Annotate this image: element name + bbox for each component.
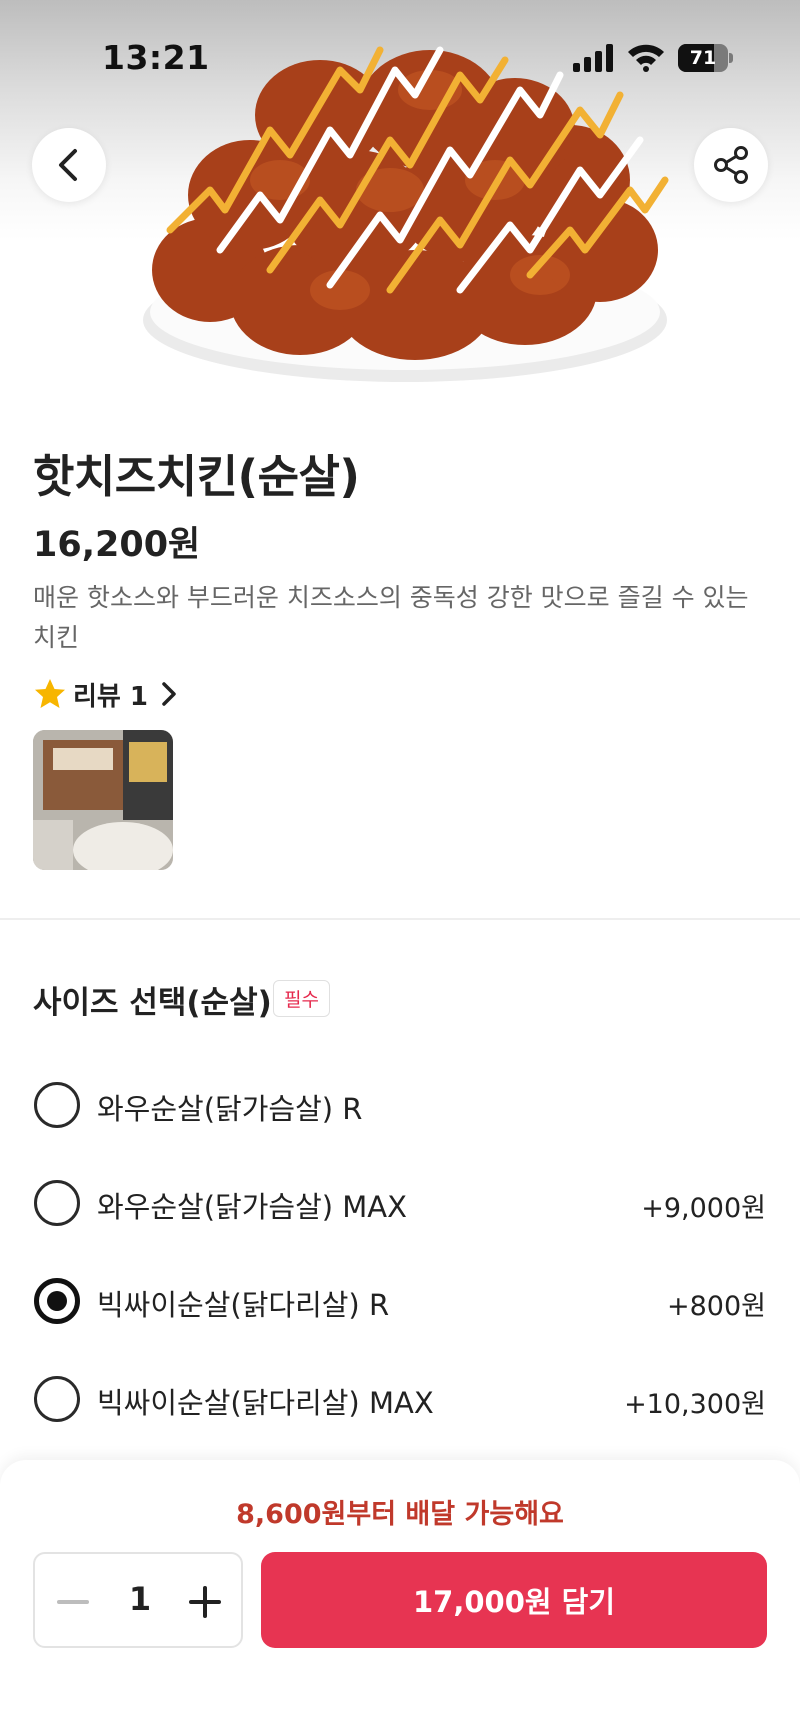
option-row[interactable]: 와우순살(닭가슴살) R — [0, 1060, 800, 1150]
product-title: 핫치즈치킨(순살) — [33, 450, 360, 503]
option-row[interactable]: 와우순살(닭가슴살) MAX +9,000원 — [0, 1158, 800, 1248]
back-button[interactable] — [32, 128, 106, 202]
review-link[interactable]: 리뷰 1 — [33, 674, 178, 714]
increase-quantity-button[interactable] — [185, 1582, 225, 1622]
product-description: 매운 핫소스와 부드러운 치즈소스의 중독성 강한 맛으로 즐길 수 있는 치킨 — [33, 583, 749, 652]
status-time: 13:21 — [102, 38, 210, 77]
required-badge: 필수 — [273, 980, 330, 1017]
option-label: 와우순살(닭가슴살) MAX — [97, 1190, 408, 1224]
plus-icon — [189, 1586, 221, 1618]
decrease-quantity-button[interactable] — [53, 1582, 93, 1622]
radio-button[interactable] — [34, 1376, 80, 1422]
wifi-icon — [628, 44, 664, 72]
review-photo-thumbnail[interactable] — [33, 730, 173, 870]
quantity-stepper: 1 — [33, 1552, 243, 1648]
radio-button[interactable] — [34, 1082, 80, 1128]
product-hero-image: 13:21 71 — [0, 0, 800, 408]
review-photo — [33, 730, 173, 870]
option-label: 빅싸이순살(닭다리살) R — [97, 1288, 390, 1322]
review-label: 리뷰 1 — [73, 681, 148, 712]
option-row[interactable]: 빅싸이순살(닭다리살) R +800원 — [0, 1256, 800, 1346]
status-bar: 13:21 71 — [0, 0, 800, 115]
option-row[interactable]: 빅싸이순살(닭다리살) MAX +10,300원 — [0, 1354, 800, 1444]
option-price: +10,300원 — [624, 1389, 766, 1420]
battery-icon: 71 — [678, 44, 733, 72]
option-label: 와우순살(닭가슴살) R — [97, 1092, 363, 1126]
share-icon — [714, 146, 748, 184]
option-price: +800원 — [667, 1291, 766, 1322]
chevron-left-icon — [59, 149, 77, 181]
battery-level: 71 — [689, 47, 717, 69]
section-divider — [0, 918, 800, 920]
star-icon — [35, 679, 65, 708]
radio-button[interactable] — [34, 1180, 80, 1226]
add-to-cart-button[interactable]: 17,000원 담기 — [261, 1552, 767, 1648]
option-price: +9,000원 — [641, 1193, 766, 1224]
min-order-notice: 8,600원부터 배달 가능해요 — [236, 1499, 564, 1530]
option-section-title: 사이즈 선택(순살) — [33, 985, 272, 1021]
option-label: 빅싸이순살(닭다리살) MAX — [97, 1386, 434, 1420]
quantity-value: 1 — [128, 1580, 152, 1618]
minus-icon — [57, 1600, 89, 1604]
chevron-right-icon — [162, 682, 176, 706]
order-bottom-panel: 8,600원부터 배달 가능해요 1 17,000원 담기 — [0, 1460, 800, 1735]
share-button[interactable] — [694, 128, 768, 202]
radio-button-selected[interactable] — [34, 1278, 80, 1324]
signal-icon — [573, 44, 613, 72]
product-price: 16,200원 — [33, 525, 201, 565]
